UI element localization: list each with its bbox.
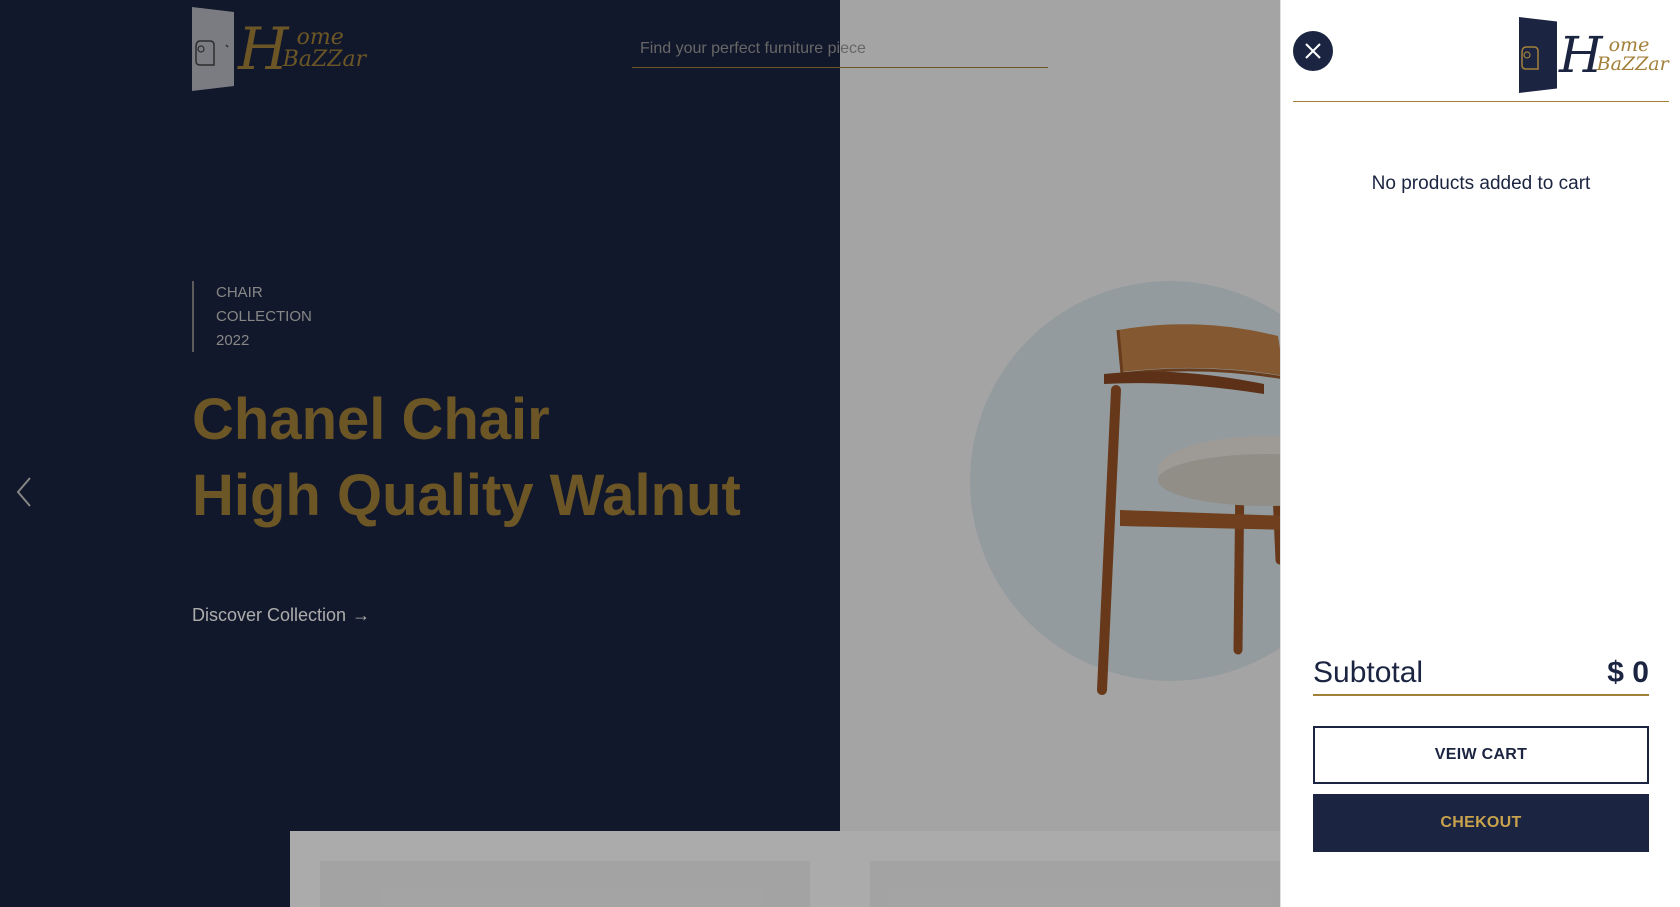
- subtotal-label: Subtotal: [1313, 655, 1424, 689]
- logo-wordmark: ome BaZZar: [1597, 36, 1669, 74]
- close-cart-button[interactable]: [1293, 31, 1333, 71]
- subtotal-row: Subtotal $ 0: [1313, 651, 1649, 696]
- divider: [1293, 101, 1669, 102]
- view-cart-button[interactable]: VEIW CART: [1313, 726, 1649, 784]
- logo-line-2: BaZZar: [1596, 53, 1669, 75]
- close-icon: [1305, 43, 1321, 59]
- subtotal-value: $ 0: [1607, 655, 1649, 689]
- cart-drawer: H ome BaZZar No products added to cart S…: [1280, 0, 1680, 907]
- checkout-button[interactable]: CHEKOUT: [1313, 794, 1649, 852]
- armchair-door-icon: [1519, 17, 1557, 93]
- empty-cart-message: No products added to cart: [1371, 173, 1591, 194]
- cart-logo[interactable]: H ome BaZZar: [1519, 17, 1669, 93]
